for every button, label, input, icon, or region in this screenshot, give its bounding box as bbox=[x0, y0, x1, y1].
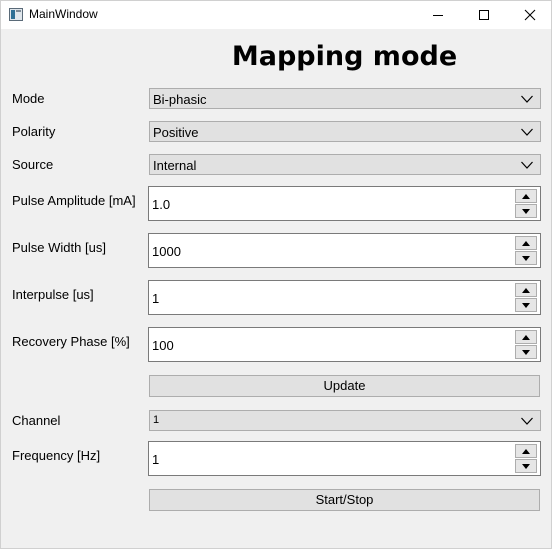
spin-up-button[interactable] bbox=[515, 236, 537, 250]
pulse-amplitude-label: Pulse Amplitude [mA] bbox=[12, 193, 136, 208]
page-title: Mapping mode bbox=[231, 41, 458, 72]
mode-value: Bi-phasic bbox=[153, 92, 207, 107]
update-button[interactable]: Update bbox=[149, 375, 540, 397]
arrow-up-icon bbox=[522, 448, 530, 454]
interpulse-label: Interpulse [us] bbox=[12, 287, 94, 302]
spin-down-button[interactable] bbox=[515, 459, 537, 473]
minimize-button[interactable] bbox=[415, 1, 461, 29]
pulse-width-label: Pulse Width [us] bbox=[12, 240, 106, 255]
maximize-icon bbox=[479, 10, 489, 20]
mode-combo[interactable]: Bi-phasic bbox=[149, 88, 541, 109]
chevron-down-icon bbox=[521, 128, 533, 136]
polarity-label: Polarity bbox=[12, 124, 56, 139]
chevron-down-icon bbox=[521, 417, 533, 425]
spin-down-button[interactable] bbox=[515, 204, 537, 218]
spin-down-button[interactable] bbox=[515, 345, 537, 359]
maximize-button[interactable] bbox=[461, 1, 507, 29]
source-label: Source bbox=[12, 157, 54, 172]
spin-up-button[interactable] bbox=[515, 444, 537, 458]
close-button[interactable] bbox=[507, 1, 552, 29]
window-title: MainWindow bbox=[29, 7, 98, 21]
spin-down-button[interactable] bbox=[515, 251, 537, 265]
frequency-spinbox[interactable]: 1 bbox=[148, 441, 541, 476]
pulse-width-spinbox[interactable]: 1000 bbox=[148, 233, 541, 268]
arrow-up-icon bbox=[522, 334, 530, 340]
recovery-phase-label: Recovery Phase [%] bbox=[12, 334, 130, 349]
chevron-down-icon bbox=[521, 95, 533, 103]
channel-label: Channel bbox=[12, 413, 61, 428]
arrow-down-icon bbox=[522, 302, 530, 308]
spin-up-button[interactable] bbox=[515, 283, 537, 297]
polarity-value: Positive bbox=[153, 125, 199, 140]
start-stop-button[interactable]: Start/Stop bbox=[149, 489, 540, 511]
source-combo[interactable]: Internal bbox=[149, 154, 541, 175]
title-bar[interactable]: MainWindow bbox=[1, 1, 551, 29]
arrow-down-icon bbox=[522, 463, 530, 469]
spin-down-button[interactable] bbox=[515, 298, 537, 312]
spin-up-button[interactable] bbox=[515, 330, 537, 344]
pulse-amplitude-spinbox[interactable]: 1.0 bbox=[148, 186, 541, 221]
arrow-up-icon bbox=[522, 287, 530, 293]
pulse-width-value: 1000 bbox=[152, 244, 181, 259]
polarity-combo[interactable]: Positive bbox=[149, 121, 541, 142]
arrow-up-icon bbox=[522, 193, 530, 199]
frequency-label: Frequency [Hz] bbox=[12, 448, 101, 463]
pulse-amplitude-value: 1.0 bbox=[152, 197, 171, 212]
source-value: Internal bbox=[153, 158, 197, 173]
arrow-down-icon bbox=[522, 255, 530, 261]
arrow-down-icon bbox=[522, 349, 530, 355]
main-window: MainWindow Mapping mode Mode Bi-phasic P… bbox=[0, 0, 552, 549]
channel-value: 1 bbox=[153, 414, 160, 426]
interpulse-spinbox[interactable]: 1 bbox=[148, 280, 541, 315]
close-icon bbox=[524, 9, 536, 21]
recovery-phase-value: 100 bbox=[152, 338, 174, 353]
frequency-value: 1 bbox=[152, 452, 160, 467]
interpulse-value: 1 bbox=[152, 291, 160, 306]
recovery-phase-spinbox[interactable]: 100 bbox=[148, 327, 541, 362]
chevron-down-icon bbox=[521, 161, 533, 169]
arrow-down-icon bbox=[522, 208, 530, 214]
channel-combo[interactable]: 1 bbox=[149, 410, 541, 431]
arrow-up-icon bbox=[522, 240, 530, 246]
spin-up-button[interactable] bbox=[515, 189, 537, 203]
app-icon bbox=[9, 8, 23, 21]
mode-label: Mode bbox=[12, 91, 45, 106]
minimize-icon bbox=[433, 15, 443, 16]
